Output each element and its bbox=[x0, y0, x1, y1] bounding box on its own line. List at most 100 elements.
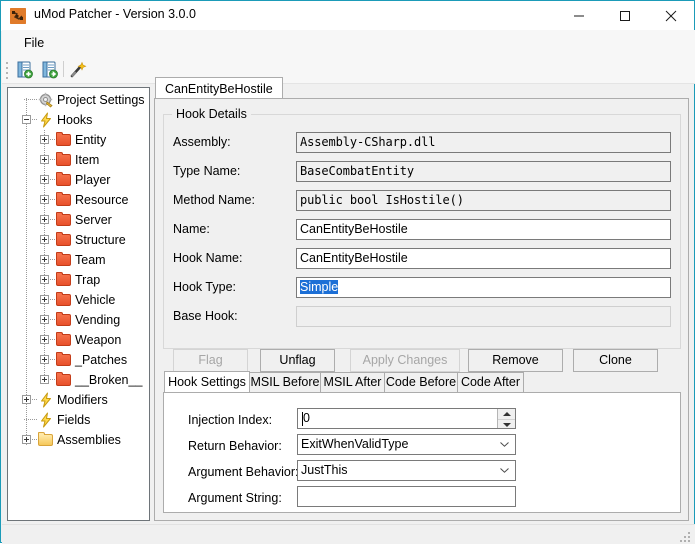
unflag-button[interactable]: Unflag bbox=[260, 349, 335, 372]
tree-item-vending[interactable]: Vending bbox=[8, 310, 149, 330]
flag-button: Flag bbox=[173, 349, 248, 372]
return-behavior-label: Return Behavior: bbox=[188, 439, 282, 453]
tree-expand-icon[interactable] bbox=[40, 275, 49, 284]
close-icon[interactable] bbox=[648, 1, 694, 30]
assembly-input: Assembly-CSharp.dll bbox=[296, 132, 671, 153]
tree-item-player[interactable]: Player bbox=[8, 170, 149, 190]
tree-expand-icon[interactable] bbox=[40, 215, 49, 224]
tree-expand-icon[interactable] bbox=[40, 155, 49, 164]
tree-item-label: Item bbox=[75, 153, 100, 167]
open-project-icon[interactable] bbox=[38, 58, 62, 80]
tree-item-label: Team bbox=[75, 253, 106, 267]
tree-item-vehicle[interactable]: Vehicle bbox=[8, 290, 149, 310]
return-behavior-select[interactable]: ExitWhenValidType bbox=[297, 434, 516, 455]
tree-collapse-icon[interactable] bbox=[22, 115, 31, 124]
method-name-input: public bool IsHostile() bbox=[296, 190, 671, 211]
hook-type-input[interactable]: Simple bbox=[296, 277, 671, 298]
clone-button[interactable]: Clone bbox=[573, 349, 658, 372]
tree-item-weapon[interactable]: Weapon bbox=[8, 330, 149, 350]
tab-msil-after[interactable]: MSIL After bbox=[320, 372, 385, 393]
tree-item-label: Vending bbox=[75, 313, 121, 327]
tree-item-trap[interactable]: Trap bbox=[8, 270, 149, 290]
folder-icon bbox=[56, 192, 72, 208]
tree-expand-icon[interactable] bbox=[40, 255, 49, 264]
hook-type-label: Hook Type: bbox=[173, 280, 237, 294]
tree-expand-icon[interactable] bbox=[40, 375, 49, 384]
stepper-up-icon[interactable] bbox=[498, 409, 515, 418]
toolbar-grip[interactable] bbox=[6, 62, 10, 79]
tree-item-resource[interactable]: Resource bbox=[8, 190, 149, 210]
tree-expand-icon[interactable] bbox=[40, 335, 49, 344]
tree-item-project-settings[interactable]: Project Settings bbox=[8, 90, 149, 110]
tab-hook-settings[interactable]: Hook Settings bbox=[164, 371, 250, 393]
tree-item-label: __Broken__ bbox=[75, 373, 143, 387]
tree-item-entity[interactable]: Entity bbox=[8, 130, 149, 150]
tree-item-structure[interactable]: Structure bbox=[8, 230, 149, 250]
tree-expand-icon[interactable] bbox=[40, 135, 49, 144]
name-input[interactable]: CanEntityBeHostile bbox=[296, 219, 671, 240]
tree-expand-icon[interactable] bbox=[40, 195, 49, 204]
tree-expand-icon[interactable] bbox=[40, 175, 49, 184]
hook-settings-panel: Injection Index: 0 Return Behavior: Exit… bbox=[163, 392, 681, 513]
tab-can-entity-be-hostile[interactable]: CanEntityBeHostile bbox=[155, 77, 283, 99]
tree-item-assemblies[interactable]: Assemblies bbox=[8, 430, 149, 450]
tree-expand-icon[interactable] bbox=[40, 235, 49, 244]
magic-wand-icon[interactable] bbox=[66, 58, 90, 80]
argument-string-input[interactable] bbox=[297, 486, 516, 507]
method-name-value: public bool IsHostile() bbox=[300, 193, 464, 207]
tree-expand-icon[interactable] bbox=[40, 355, 49, 364]
folder-icon bbox=[56, 172, 72, 188]
menu-item-file[interactable]: File bbox=[18, 34, 50, 52]
tree-item-label: Resource bbox=[75, 193, 129, 207]
tree-item-label: Player bbox=[75, 173, 111, 187]
tree-item-hooks[interactable]: Hooks bbox=[8, 110, 149, 130]
folder-icon bbox=[56, 212, 72, 228]
hook-type-value: Simple bbox=[300, 280, 339, 294]
base-hook-label: Base Hook: bbox=[173, 309, 238, 323]
tree-item-item[interactable]: Item bbox=[8, 150, 149, 170]
stepper-buttons[interactable] bbox=[497, 409, 515, 428]
resize-grip[interactable] bbox=[680, 530, 692, 542]
lightning-icon bbox=[38, 392, 54, 408]
argument-behavior-select[interactable]: JustThis bbox=[297, 460, 516, 481]
tree-expand-icon[interactable] bbox=[40, 295, 49, 304]
tree-item-patches[interactable]: _Patches bbox=[8, 350, 149, 370]
name-label: Name: bbox=[173, 222, 210, 236]
injection-index-stepper[interactable]: 0 bbox=[297, 408, 516, 429]
tree-item-fields[interactable]: Fields bbox=[8, 410, 149, 430]
new-project-icon[interactable] bbox=[13, 58, 37, 80]
tree-item-broken[interactable]: __Broken__ bbox=[8, 370, 149, 390]
hook-name-input[interactable]: CanEntityBeHostile bbox=[296, 248, 671, 269]
tab-code-after[interactable]: Code After bbox=[457, 372, 524, 393]
group-title: Hook Details bbox=[172, 107, 251, 121]
project-tree[interactable]: Project Settings Hooks Entity Item Player Res… bbox=[7, 87, 150, 521]
tree-item-team[interactable]: Team bbox=[8, 250, 149, 270]
folder-icon bbox=[56, 372, 72, 388]
hook-details-group: Hook Details Assembly: Assembly-CSharp.dl… bbox=[163, 107, 681, 349]
maximize-icon[interactable] bbox=[602, 1, 648, 30]
tree-item-label: Fields bbox=[57, 413, 91, 427]
tab-msil-before[interactable]: MSIL Before bbox=[249, 372, 321, 393]
apply-changes-button: Apply Changes bbox=[350, 349, 460, 372]
tree-item-server[interactable]: Server bbox=[8, 210, 149, 230]
tree-item-modifiers[interactable]: Modifiers bbox=[8, 390, 149, 410]
stepper-down-icon[interactable] bbox=[498, 419, 515, 429]
main-tab-strip: CanEntityBeHostile bbox=[154, 77, 689, 99]
minimize-icon[interactable] bbox=[556, 1, 602, 30]
hook-name-label: Hook Name: bbox=[173, 251, 243, 265]
tree-expand-icon[interactable] bbox=[22, 395, 31, 404]
tree-item-label: Project Settings bbox=[57, 93, 145, 107]
type-name-value: BaseCombatEntity bbox=[300, 164, 414, 178]
method-name-label: Method Name: bbox=[173, 193, 255, 207]
lightning-icon bbox=[38, 412, 54, 428]
remove-button[interactable]: Remove bbox=[468, 349, 563, 372]
status-bar bbox=[2, 524, 695, 544]
tree-guide-line bbox=[24, 419, 37, 420]
lightning-icon bbox=[38, 112, 54, 128]
window-title: uMod Patcher - Version 3.0.0 bbox=[34, 7, 196, 21]
tree-expand-icon[interactable] bbox=[40, 315, 49, 324]
tree-expand-icon[interactable] bbox=[22, 435, 31, 444]
folder-icon bbox=[38, 432, 54, 448]
tree-item-label: Structure bbox=[75, 233, 126, 247]
tab-code-before[interactable]: Code Before bbox=[384, 372, 458, 393]
